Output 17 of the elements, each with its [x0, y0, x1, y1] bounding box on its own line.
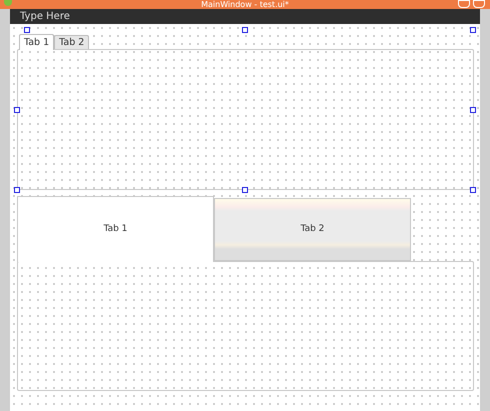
tab[interactable]: Tab 1	[19, 34, 54, 50]
tab[interactable]: Tab 2	[214, 198, 411, 261]
app-icon	[4, 0, 12, 6]
selection-handle[interactable]	[242, 27, 248, 33]
tab[interactable]: Tab 1	[17, 196, 214, 262]
selection-handle[interactable]	[470, 107, 476, 113]
window-title: MainWindow - test.ui*	[201, 0, 289, 9]
minimize-button[interactable]	[458, 0, 470, 8]
menu-item[interactable]: Type Here	[20, 9, 70, 24]
selection-handle[interactable]	[470, 187, 476, 193]
selection-handle[interactable]	[242, 187, 248, 193]
selection-handle[interactable]	[470, 27, 476, 33]
close-button[interactable]	[473, 0, 485, 8]
selection-handle[interactable]	[14, 187, 20, 193]
tab[interactable]: Tab 2	[54, 35, 90, 49]
selection-handle[interactable]	[14, 107, 20, 113]
selection-handle[interactable]	[24, 27, 30, 33]
